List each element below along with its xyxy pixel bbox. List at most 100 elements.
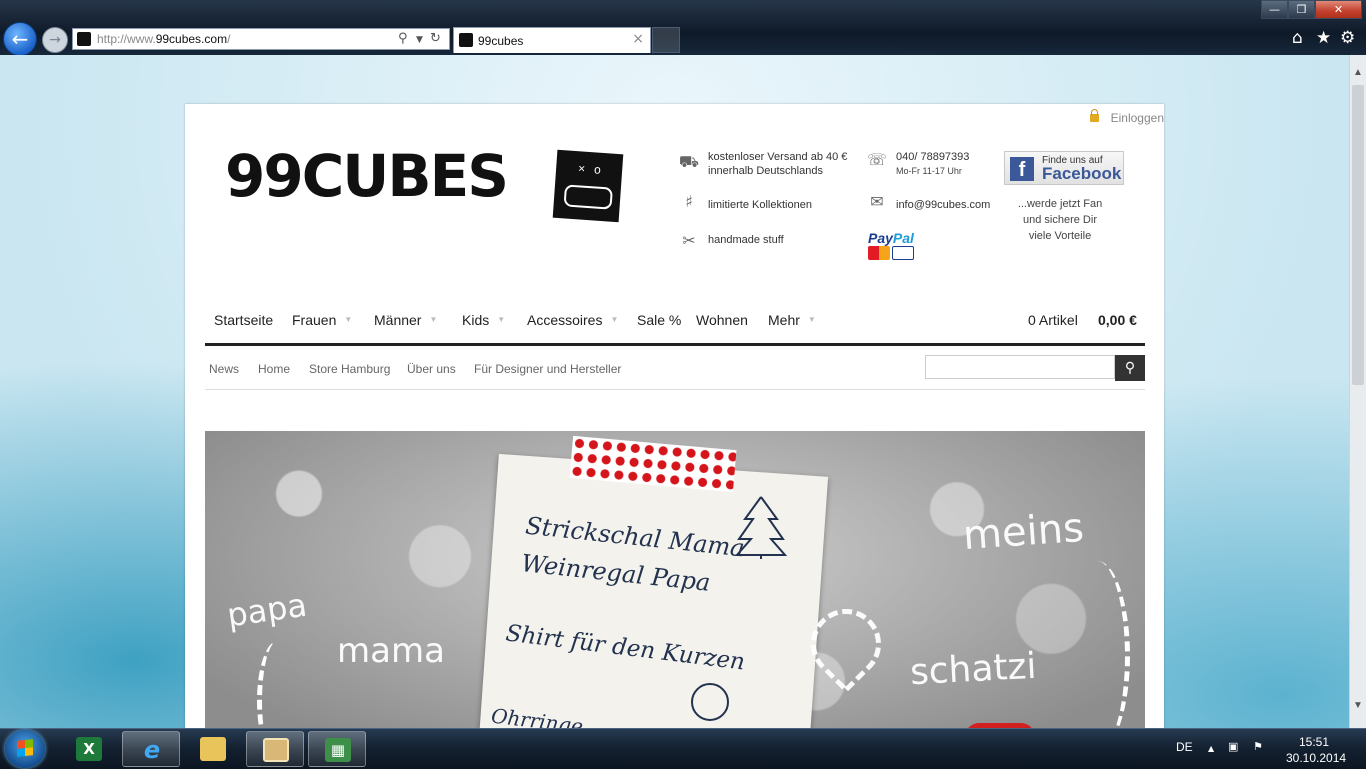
email-link[interactable]: info@99cubes.com: [896, 198, 990, 212]
refresh-icon[interactable]: ↻: [430, 31, 441, 46]
favorites-star-icon[interactable]: ★: [1316, 28, 1331, 48]
subnav-news[interactable]: News: [209, 362, 239, 376]
search-input[interactable]: [925, 355, 1115, 379]
nav-wohnen[interactable]: Wohnen: [696, 312, 748, 328]
phone-icon: ☏: [866, 150, 887, 169]
search-icon: ⚲: [1124, 360, 1136, 376]
dashed-arc-decoration: [257, 641, 298, 728]
vertical-scrollbar[interactable]: ▲ ▼: [1349, 55, 1366, 728]
hero-banner[interactable]: Strickschal Mama Weinregal Papa Shirt fü…: [205, 431, 1145, 728]
smiley-face-icon: [691, 683, 729, 721]
start-button[interactable]: [5, 730, 45, 768]
back-button[interactable]: ←: [3, 22, 37, 56]
tab-title: 99cubes: [478, 34, 524, 48]
cube-mascot-icon: × o: [552, 149, 624, 223]
paypal-logo: PayPal: [868, 230, 916, 264]
nav-maenner[interactable]: Männer ▼: [374, 312, 437, 328]
taskbar-internet-explorer[interactable]: e: [122, 731, 180, 767]
nav-sale[interactable]: Sale %: [637, 312, 681, 328]
chalk-papa: papa: [224, 585, 310, 635]
limited-collections: limitierte Kollektionen: [708, 199, 812, 211]
logo-text: 99CUBES: [225, 142, 509, 210]
dashed-arc-decoration: [1065, 561, 1130, 728]
taskbar-file-explorer[interactable]: [184, 731, 242, 767]
internet-explorer-icon: e: [143, 736, 161, 764]
handmade-info: handmade stuff: [708, 234, 784, 246]
network-icon[interactable]: ▣: [1228, 740, 1238, 753]
taskbar-excel[interactable]: X: [60, 731, 118, 767]
subnav-store-hamburg[interactable]: Store Hamburg: [309, 362, 390, 376]
photo-viewer-icon: [263, 738, 289, 762]
facebook-brand: Facebook: [1042, 164, 1122, 183]
chalk-meins: meins: [961, 504, 1086, 560]
clock-date[interactable]: 30.10.2014: [1286, 751, 1346, 765]
subnav-designer[interactable]: Für Designer und Hersteller: [474, 362, 621, 376]
truck-icon: ⛟: [678, 152, 700, 171]
scroll-up-arrow-icon[interactable]: ▲: [1350, 67, 1366, 78]
caret-down-icon: ▼: [497, 315, 506, 324]
caret-down-icon: ▼: [429, 315, 438, 324]
facebook-badge[interactable]: f Finde uns auf Facebook: [1004, 151, 1124, 185]
arrow-left-icon: ←: [11, 27, 29, 51]
forward-button[interactable]: →: [42, 27, 68, 53]
visa-icon: [892, 246, 914, 260]
caret-down-icon: ▼: [610, 315, 619, 324]
shipping-info: kostenloser Versand ab 40 € innerhalb Deu…: [708, 151, 848, 177]
search-icon[interactable]: ⚲: [398, 31, 408, 46]
chalk-mama: mama: [337, 631, 445, 671]
site-favicon-icon: [77, 32, 91, 46]
nav-frauen[interactable]: Frauen ▼: [292, 312, 352, 328]
search-button[interactable]: ⚲: [1115, 355, 1145, 381]
lock-icon: [1089, 109, 1099, 122]
clock-time[interactable]: 15:51: [1299, 735, 1329, 749]
site-logo[interactable]: 99CUBES × o: [225, 142, 624, 223]
language-indicator[interactable]: DE: [1176, 740, 1193, 754]
taskbar-photo-viewer[interactable]: [246, 731, 304, 767]
mastercard-icon: [868, 246, 890, 260]
main-navigation: Startseite Frauen ▼ Männer ▼ Kids ▼ Accesso…: [205, 301, 1145, 346]
mail-icon: ✉: [870, 192, 884, 211]
sub-navigation: News Home Store Hamburg Über uns Für Des…: [205, 348, 1145, 390]
browser-viewport: Einloggen 99CUBES × o ⛟ kostenloser Versa…: [0, 55, 1349, 728]
windows-logo-icon: [17, 739, 33, 757]
shop-page: Einloggen 99CUBES × o ⛟ kostenloser Versa…: [185, 104, 1164, 728]
taskbar-spreadsheet[interactable]: ▦: [308, 731, 366, 767]
windows-taskbar: X e ▦ DE ▲ ▣ ⚑ 15:51 30.10.2014: [0, 728, 1366, 769]
cart-total[interactable]: 0,00 €: [1098, 312, 1137, 328]
close-window-button[interactable]: ✕: [1315, 0, 1362, 19]
dropdown-icon[interactable]: ▼: [416, 35, 423, 45]
sewing-machine-icon: ✂: [682, 231, 696, 250]
scroll-thumb[interactable]: [1352, 85, 1364, 385]
cart-item-count[interactable]: 0 Artikel: [1028, 312, 1078, 328]
tab-close-icon[interactable]: ×: [632, 31, 644, 47]
facebook-fan-text: ...werde jetzt Fan und sichere Dir viele V…: [1017, 198, 1103, 242]
file-explorer-icon: [200, 737, 226, 761]
maximize-button[interactable]: ❐: [1288, 0, 1315, 19]
new-tab-button[interactable]: [652, 27, 680, 53]
browser-toolbar: ← → http://www.99cubes.com/ ⚲ ▼ ↻ 99cube…: [0, 0, 1366, 56]
subnav-ueber-uns[interactable]: Über uns: [407, 362, 456, 376]
minimize-button[interactable]: —: [1261, 0, 1288, 19]
tab-99cubes[interactable]: 99cubes ×: [453, 27, 651, 53]
gear-icon[interactable]: ⚙: [1340, 28, 1355, 48]
nav-accessoires[interactable]: Accessoires ▼: [527, 312, 618, 328]
login-label: Einloggen: [1110, 111, 1164, 125]
subnav-home[interactable]: Home: [258, 362, 290, 376]
nav-mehr[interactable]: Mehr ▼: [768, 312, 816, 328]
action-center-flag-icon[interactable]: ⚑: [1253, 740, 1263, 753]
show-hidden-icons-icon[interactable]: ▲: [1208, 744, 1214, 753]
home-icon[interactable]: ⌂: [1292, 28, 1303, 48]
chalk-schatzi: schatzi: [909, 645, 1038, 694]
address-bar[interactable]: http://www.99cubes.com/ ⚲ ▼ ↻: [72, 28, 450, 50]
tab-favicon-icon: [459, 33, 473, 47]
nav-kids[interactable]: Kids ▼: [462, 312, 505, 328]
nav-startseite[interactable]: Startseite: [214, 312, 273, 328]
arrow-right-icon: →: [49, 32, 61, 48]
excel-icon: X: [76, 737, 102, 761]
login-link[interactable]: Einloggen: [1089, 109, 1164, 125]
address-text: http://www.99cubes.com/: [97, 32, 231, 46]
shirt-icon: ♯: [685, 192, 693, 211]
scroll-down-arrow-icon[interactable]: ▼: [1350, 700, 1366, 711]
spreadsheet-icon: ▦: [325, 738, 351, 762]
facebook-icon: f: [1010, 157, 1034, 181]
